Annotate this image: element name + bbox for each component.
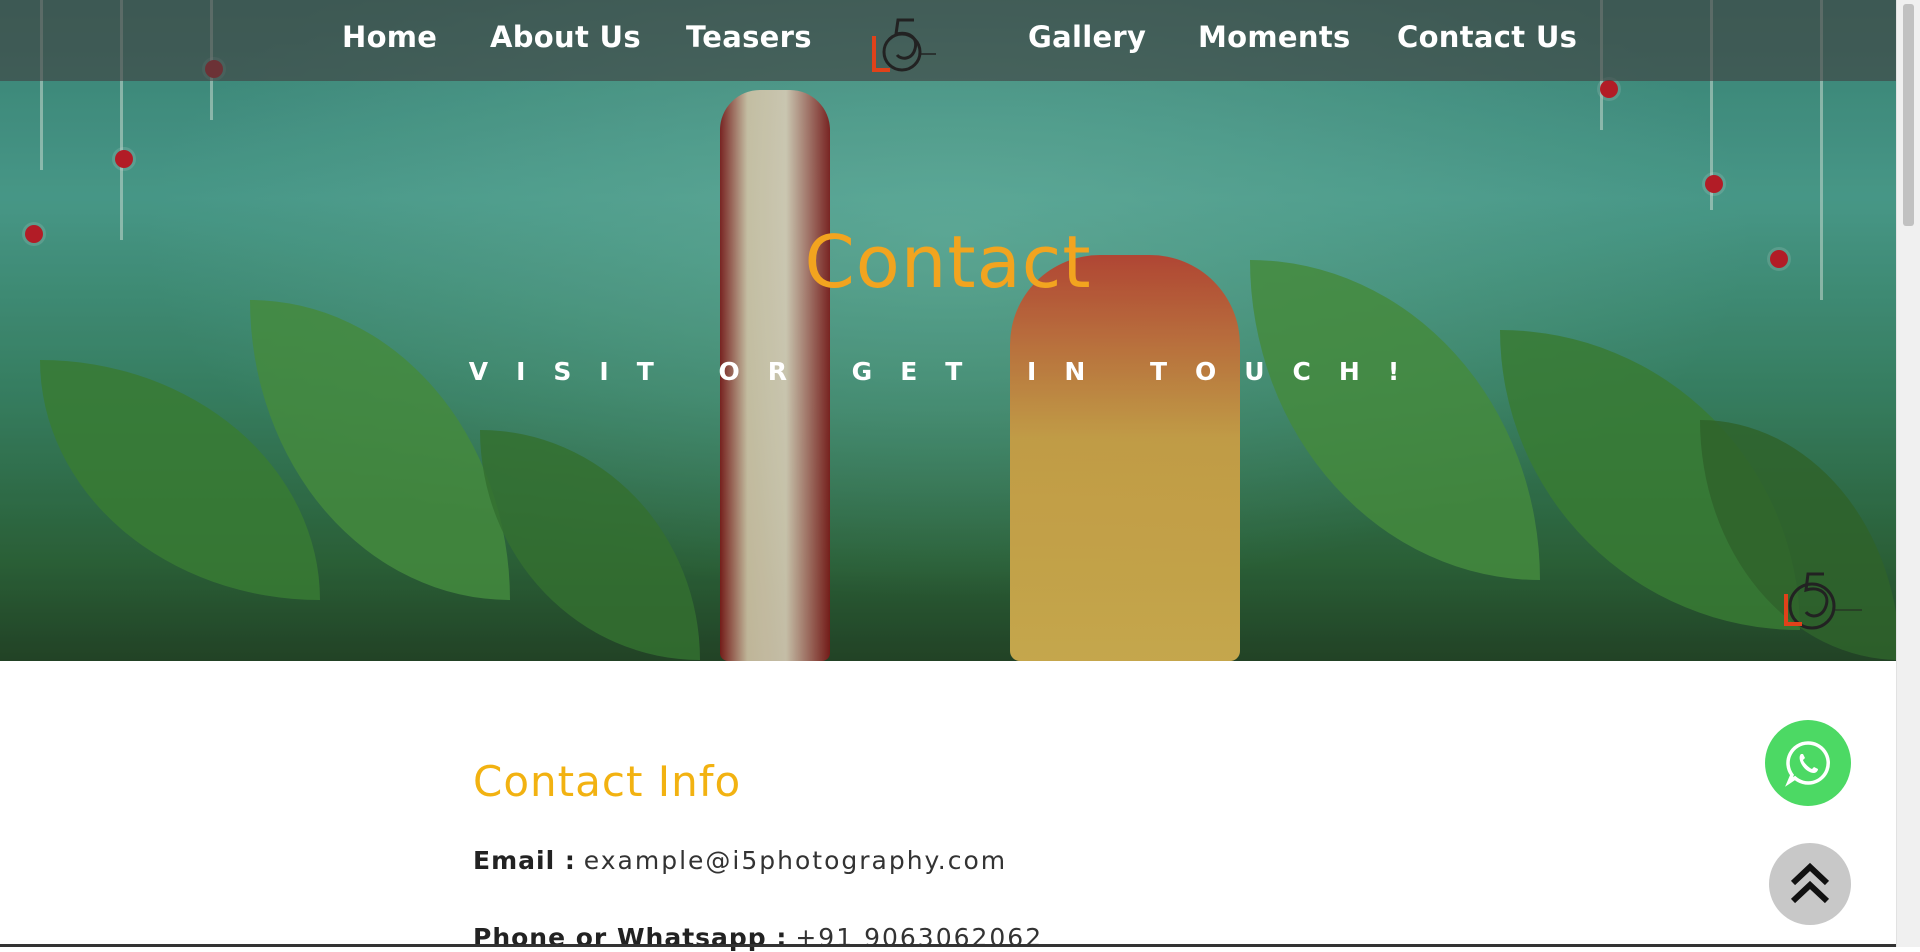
page-title: Contact xyxy=(804,220,1092,304)
phone-value[interactable]: +91 9063062062 xyxy=(795,923,1043,952)
nav-contact-us[interactable]: Contact Us xyxy=(1397,20,1577,54)
scrollbar-thumb[interactable] xyxy=(1903,4,1914,226)
email-value[interactable]: example@i5photography.com xyxy=(584,846,1007,875)
whatsapp-icon xyxy=(1785,741,1830,787)
phone-label: Phone or Whatsapp : xyxy=(473,923,788,952)
hero-banner: Contact VISIT OR GET IN TOUCH! xyxy=(0,0,1896,661)
hero-overlay xyxy=(0,0,1896,661)
watermark-logo-icon xyxy=(1784,572,1862,630)
whatsapp-button[interactable] xyxy=(1765,720,1851,806)
nav-home[interactable]: Home xyxy=(342,20,437,54)
email-row: Email : example@i5photography.com xyxy=(473,846,1007,875)
nav-about-us[interactable]: About Us xyxy=(490,20,641,54)
top-navigation: Home About Us Teasers Gallery Moments Co… xyxy=(0,0,1896,81)
phone-row: Phone or Whatsapp : +91 9063062062 xyxy=(473,923,1043,952)
nav-moments[interactable]: Moments xyxy=(1198,20,1351,54)
contact-info-heading: Contact Info xyxy=(473,757,742,806)
page-subtitle: VISIT OR GET IN TOUCH! xyxy=(468,357,1428,386)
nav-gallery[interactable]: Gallery xyxy=(1028,20,1146,54)
double-chevron-up-icon xyxy=(1790,862,1830,904)
i5-camera-logo-icon[interactable] xyxy=(868,14,938,76)
email-label: Email : xyxy=(473,846,576,875)
nav-teasers[interactable]: Teasers xyxy=(686,20,812,54)
scroll-to-top-button[interactable] xyxy=(1769,843,1851,925)
